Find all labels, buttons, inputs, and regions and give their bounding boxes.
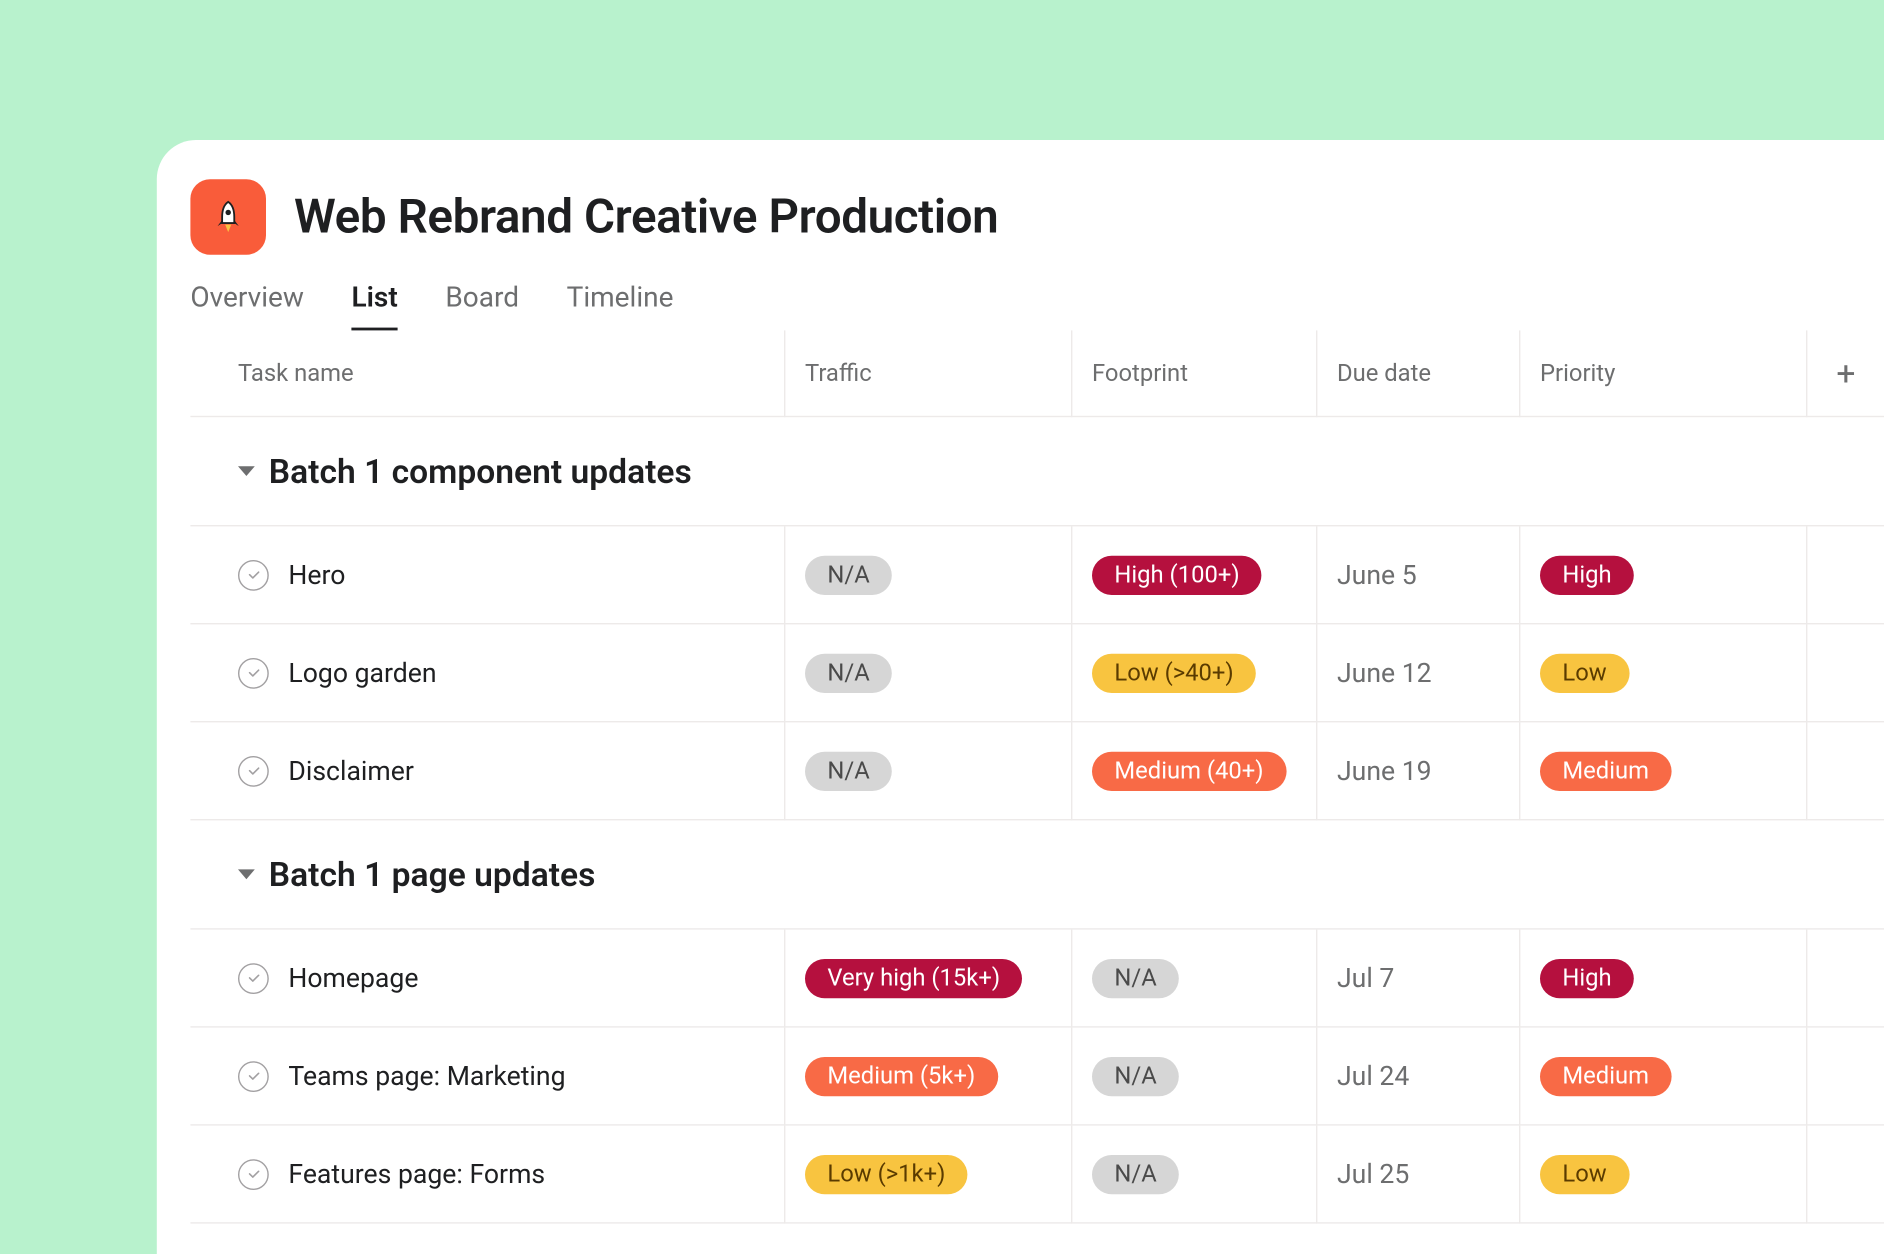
column-priority[interactable]: Priority [1520,330,1807,417]
section-header[interactable]: Batch 1 component updates [190,417,1884,526]
complete-task-icon[interactable] [238,963,269,994]
section-title: Batch 1 component updates [269,452,692,491]
task-name: Hero [288,559,345,591]
chevron-down-icon [238,466,255,476]
due-date[interactable]: Jul 25 [1337,1158,1409,1190]
priority-pill[interactable]: Medium [1540,1056,1671,1095]
task-row[interactable]: Logo garden N/A Low (>40+) June 12 Low [190,624,1884,722]
task-row[interactable]: Teams page: Marketing Medium (5k+) N/A Jul … [190,1028,1884,1126]
footprint-pill[interactable]: Low (>40+) [1092,653,1256,692]
column-due-date[interactable]: Due date [1317,330,1520,417]
chevron-down-icon [238,869,255,879]
traffic-pill[interactable]: Medium (5k+) [805,1056,998,1095]
section-title: Batch 1 page updates [269,855,596,894]
task-name: Logo garden [288,657,436,689]
complete-task-icon[interactable] [238,1061,269,1092]
traffic-pill[interactable]: N/A [805,555,892,594]
priority-pill[interactable]: High [1540,555,1634,594]
tab-overview[interactable]: Overview [190,280,304,330]
traffic-pill[interactable]: Low (>1k+) [805,1154,968,1193]
empty-cell [1807,722,1884,820]
complete-task-icon[interactable] [238,1159,269,1190]
project-title: Web Rebrand Creative Production [294,189,998,245]
task-name: Disclaimer [288,755,413,787]
project-header: Web Rebrand Creative Production [157,179,1884,280]
traffic-pill[interactable]: N/A [805,653,892,692]
empty-cell [1807,1028,1884,1126]
view-tabs: Overview List Board Timeline [157,280,1884,330]
task-row[interactable]: Features page: Forms Low (>1k+) N/A Jul 25 L… [190,1126,1884,1224]
footprint-pill[interactable]: N/A [1092,958,1179,997]
task-row[interactable]: Homepage Very high (15k+) N/A Jul 7 High [190,930,1884,1028]
priority-pill[interactable]: Medium [1540,751,1671,790]
column-headers: Task name Traffic Footprint Due date Pri… [190,330,1884,417]
project-icon[interactable] [190,179,266,255]
priority-pill[interactable]: High [1540,958,1634,997]
due-date[interactable]: June 12 [1337,657,1432,689]
task-name: Teams page: Marketing [288,1060,565,1092]
column-footprint[interactable]: Footprint [1072,330,1317,417]
task-name: Homepage [288,962,418,994]
footprint-pill[interactable]: N/A [1092,1056,1179,1095]
tab-board[interactable]: Board [445,280,519,330]
tab-timeline[interactable]: Timeline [567,280,674,330]
complete-task-icon[interactable] [238,755,269,786]
priority-pill[interactable]: Low [1540,653,1629,692]
project-card: Web Rebrand Creative Production Overview… [157,140,1884,1254]
due-date[interactable]: Jul 24 [1337,1060,1409,1092]
footprint-pill[interactable]: Medium (40+) [1092,751,1286,790]
empty-cell [1807,624,1884,722]
traffic-pill[interactable]: N/A [805,751,892,790]
empty-cell [1807,526,1884,624]
footprint-pill[interactable]: High (100+) [1092,555,1262,594]
section-header[interactable]: Batch 1 page updates [190,820,1884,929]
priority-pill[interactable]: Low [1540,1154,1629,1193]
empty-cell [1807,1126,1884,1224]
rocket-icon [210,199,246,235]
traffic-pill[interactable]: Very high (15k+) [805,958,1023,997]
footprint-pill[interactable]: N/A [1092,1154,1179,1193]
due-date[interactable]: June 5 [1337,559,1417,591]
column-traffic[interactable]: Traffic [785,330,1072,417]
empty-cell [1807,930,1884,1028]
task-name: Features page: Forms [288,1158,545,1190]
tab-list[interactable]: List [352,280,398,330]
complete-task-icon[interactable] [238,657,269,688]
task-row[interactable]: Hero N/A High (100+) June 5 High [190,526,1884,624]
due-date[interactable]: Jul 7 [1337,962,1394,994]
complete-task-icon[interactable] [238,559,269,590]
column-task-name[interactable]: Task name [190,330,785,417]
add-column-button[interactable]: + [1807,330,1884,417]
due-date[interactable]: June 19 [1337,755,1432,787]
task-row[interactable]: Disclaimer N/A Medium (40+) June 19 Medium [190,722,1884,820]
